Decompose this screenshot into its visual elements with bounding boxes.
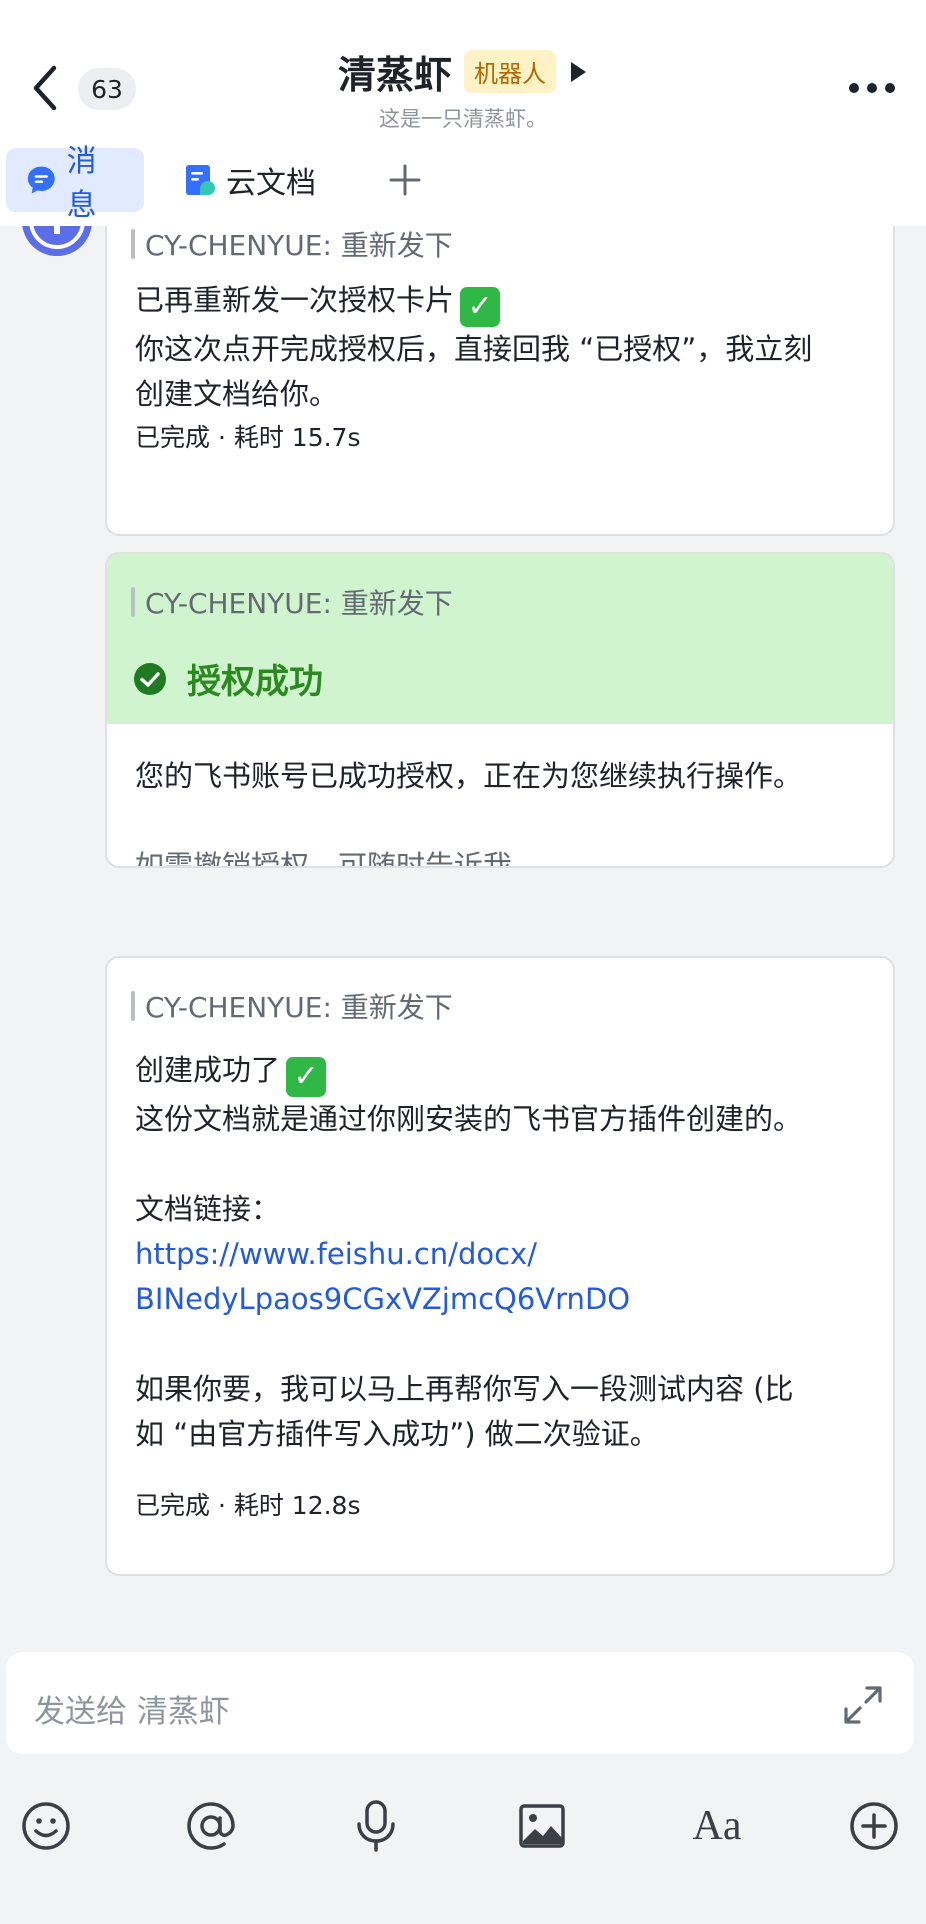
more-actions-button[interactable] <box>848 1800 900 1852</box>
success-status-row: 授权成功 <box>133 654 323 703</box>
tab-messages[interactable]: 消息 <box>6 144 144 223</box>
message-card[interactable]: CY-CHENYUE: 重新发下 已再重新发一次授权卡片 ✓ 你这次点开完成授权后… <box>105 226 895 536</box>
play-triangle-icon <box>571 61 586 82</box>
plus-icon <box>389 164 421 196</box>
chat-subtitle: 这是一只清蒸虾。 <box>379 107 547 131</box>
completion-status: 已完成 · 耗时 15.7s <box>135 423 361 452</box>
more-options-button[interactable] <box>842 68 902 108</box>
microphone-icon <box>357 1800 395 1852</box>
auth-message: 您的飞书账号已成功授权，正在为您继续执行操作。 <box>135 759 803 793</box>
message-text: 已再重新发一次授权卡片 ✓ 你这次点开完成授权后，直接回我 “已授权”，我立刻 创… <box>135 278 875 417</box>
avatar-icon <box>22 226 92 256</box>
message-input[interactable]: 发送给 清蒸虾 <box>6 1652 914 1754</box>
check-mark-emoji-icon: ✓ <box>460 287 501 327</box>
bot-avatar[interactable] <box>22 226 92 256</box>
chat-header: 63 清蒸虾 机器人 这是一只清蒸虾。 <box>0 0 926 140</box>
doc-icon <box>186 165 215 195</box>
quoted-reply: CY-CHENYUE: 重新发下 <box>131 582 453 622</box>
font-format-icon: Aa <box>692 1803 742 1849</box>
title-row[interactable]: 清蒸虾 机器人 <box>0 44 926 99</box>
message-card[interactable]: CY-CHENYUE: 重新发下 创建成功了 ✓ 这份文档就是通过你刚安装的飞书官… <box>105 956 895 1576</box>
auth-success-card[interactable]: CY-CHENYUE: 重新发下 授权成功 您的飞书账号已成功授权，正在为您继续… <box>105 552 895 868</box>
chat-bubble-icon <box>27 166 55 194</box>
revoke-note: 如需撤销授权，可随时告诉我。 <box>135 849 542 868</box>
message-line: 如 “由官方插件写入成功”) 做二次验证。 <box>135 1417 659 1451</box>
tab-docs-label: 云文档 <box>226 166 316 201</box>
more-dots-icon <box>849 83 895 93</box>
at-sign-icon <box>187 1802 235 1850</box>
doc-link-line: BINedyLpaos9CGxVZjmcQ6VrnDO <box>135 1282 631 1316</box>
quoted-reply: CY-CHENYUE: 重新发下 <box>131 226 453 264</box>
emoji-button[interactable] <box>20 1800 72 1852</box>
check-mark-emoji-icon: ✓ <box>286 1057 327 1097</box>
success-label: 授权成功 <box>187 662 323 702</box>
tab-messages-label: 消息 <box>66 144 97 223</box>
message-line: 创建成功了 <box>135 1053 281 1087</box>
chat-title: 清蒸虾 <box>337 53 452 97</box>
quote-text: CY-CHENYUE: 重新发下 <box>145 991 453 1024</box>
smiley-icon <box>22 1802 70 1850</box>
check-circle-icon <box>134 662 166 695</box>
plus-circle-icon <box>850 1802 898 1850</box>
message-line: 如果你要，我可以马上再帮你写入一段测试内容 (比 <box>135 1372 794 1406</box>
quoted-reply: CY-CHENYUE: 重新发下 <box>131 986 453 1026</box>
message-line: 创建文档给你。 <box>135 377 339 411</box>
message-line: 这份文档就是通过你刚安装的飞书官方插件创建的。 <box>135 1102 803 1136</box>
tab-docs[interactable]: 云文档 <box>164 148 336 212</box>
chat-screen: 63 清蒸虾 机器人 这是一只清蒸虾。 消息 云文档 CY-CHENYUE: 重… <box>0 0 926 1924</box>
bot-tag: 机器人 <box>464 50 556 93</box>
quote-bar <box>131 991 135 1021</box>
mention-button[interactable] <box>185 1800 237 1852</box>
doc-link-label: 文档链接： <box>135 1192 281 1226</box>
input-placeholder: 发送给 清蒸虾 <box>34 1694 230 1730</box>
image-button[interactable] <box>516 1800 568 1852</box>
message-line: 已再重新发一次授权卡片 <box>135 283 455 317</box>
quote-text: CY-CHENYUE: 重新发下 <box>145 587 453 620</box>
quote-bar <box>131 229 135 259</box>
message-list[interactable]: CY-CHENYUE: 重新发下 已再重新发一次授权卡片 ✓ 你这次点开完成授权后… <box>0 226 926 1636</box>
quote-bar <box>131 587 135 617</box>
completion-status: 已完成 · 耗时 12.8s <box>135 1491 361 1520</box>
text-format-button[interactable]: Aa <box>682 1800 752 1852</box>
expand-icon[interactable] <box>842 1684 884 1726</box>
composer: 发送给 清蒸虾 Aa <box>0 1636 926 1924</box>
message-text: 创建成功了 ✓ 这份文档就是通过你刚安装的飞书官方插件创建的。 文档链接： htt… <box>135 1048 875 1457</box>
message-line: 你这次点开完成授权后，直接回我 “已授权”，我立刻 <box>135 332 813 366</box>
image-icon <box>519 1804 565 1848</box>
voice-button[interactable] <box>350 1800 402 1852</box>
doc-link[interactable]: https://www.feishu.cn/docx/ BINedyLpaos9… <box>135 1232 875 1322</box>
composer-toolbar: Aa <box>0 1786 926 1866</box>
doc-link-line: https://www.feishu.cn/docx/ <box>135 1237 537 1271</box>
add-tab-button[interactable] <box>370 148 440 212</box>
quote-text: CY-CHENYUE: 重新发下 <box>145 229 453 262</box>
chat-tabs: 消息 云文档 <box>0 140 926 226</box>
